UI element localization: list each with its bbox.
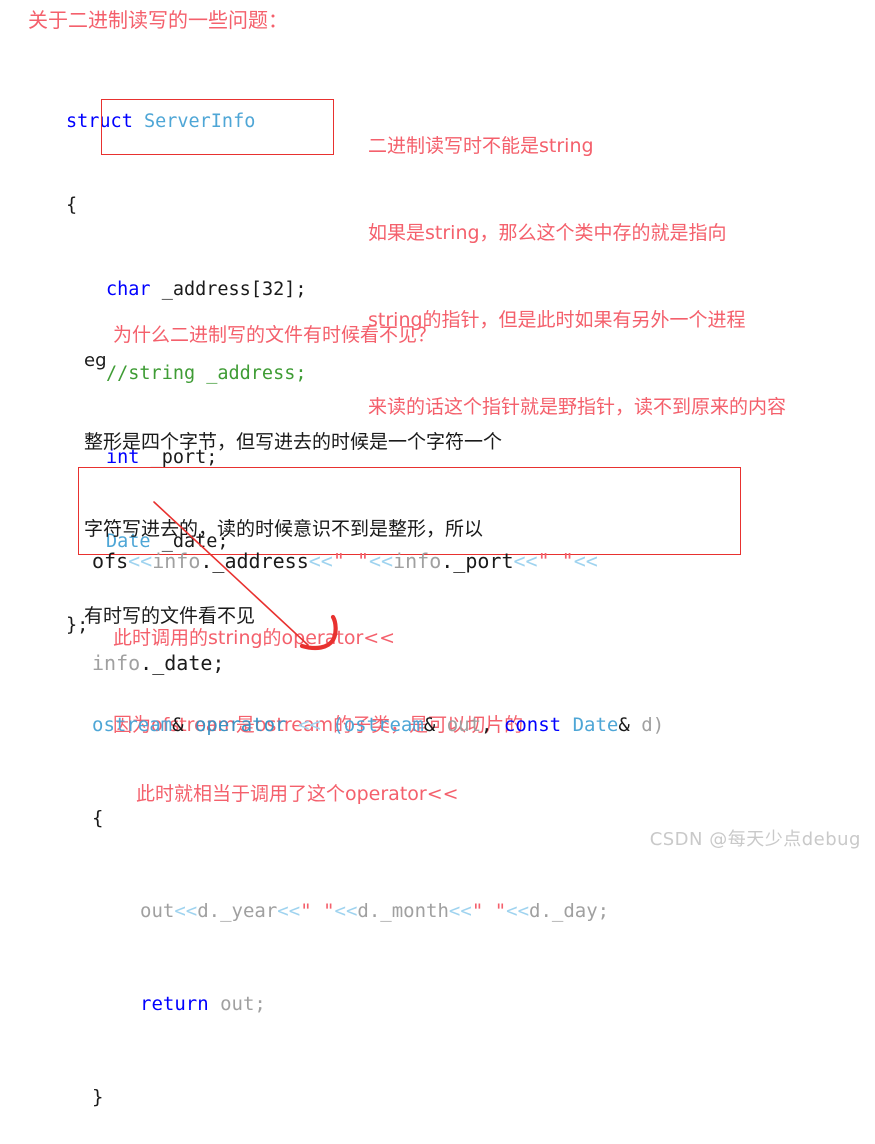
keyword-return: return bbox=[140, 993, 209, 1015]
operator-arrows-signature: << bbox=[297, 714, 321, 736]
ampersand-1: & bbox=[172, 714, 184, 736]
operator-overload-code-block: ostream& operator << (ostream& out, cons… bbox=[92, 648, 664, 1144]
space-1 bbox=[184, 714, 195, 736]
operator-keyword: operator bbox=[194, 714, 287, 736]
param-type-date: Date bbox=[572, 714, 619, 736]
paren-open: ( bbox=[320, 714, 344, 736]
body-operator-3: << bbox=[334, 900, 358, 922]
space-3 bbox=[561, 714, 572, 736]
body-string-literal-1: " " bbox=[300, 900, 335, 922]
operator-body-line: out<<d._year<<" "<<d._month<<" "<<d._day… bbox=[92, 896, 664, 927]
page-title-note: 关于二进制读写的一些问题： bbox=[28, 8, 288, 32]
string-literal-space-2: " " bbox=[537, 549, 574, 573]
out-identifier: out bbox=[140, 900, 175, 922]
comma: , bbox=[481, 714, 504, 736]
note-right-line-2: 如果是string，那么这个类中存的就是指向 bbox=[368, 222, 727, 244]
value-day: d._day; bbox=[529, 900, 610, 922]
struct-line-char-address: char _address[32]; bbox=[66, 276, 307, 304]
body-operator-1: << bbox=[174, 900, 198, 922]
stream-operator-5: << bbox=[573, 549, 598, 573]
paren-close: ) bbox=[652, 714, 665, 736]
param-name-d: d bbox=[629, 714, 653, 736]
csdn-watermark: CSDN @每天少点debug bbox=[649, 829, 861, 850]
body-operator-5: << bbox=[506, 900, 530, 922]
body-operator-2: << bbox=[277, 900, 301, 922]
highlight-box-address-member bbox=[101, 99, 334, 155]
ampersand-2: & bbox=[423, 714, 436, 736]
note-middle-line-1: 整形是四个字节，但写进去的时候是一个字符一个 bbox=[84, 431, 503, 453]
keyword-const: const bbox=[503, 714, 562, 736]
operator-signature-line: ostream& operator << (ostream& out, cons… bbox=[92, 710, 664, 741]
return-value-out: out; bbox=[208, 993, 266, 1015]
note-bottom-text: 此时就相当于调用了这个operator<< bbox=[136, 783, 459, 805]
operator-return-line: return out; bbox=[92, 989, 664, 1020]
return-type-ostream: ostream bbox=[92, 714, 173, 736]
body-string-literal-2: " " bbox=[471, 900, 507, 922]
body-operator-4: << bbox=[448, 900, 472, 922]
value-month: d._month bbox=[357, 900, 449, 922]
keyword-char: char bbox=[106, 279, 151, 300]
param-name-out: out bbox=[435, 714, 482, 736]
char-address-rest: _address[32]; bbox=[150, 279, 307, 300]
value-year: d._year bbox=[197, 900, 278, 922]
ampersand-3: & bbox=[618, 714, 630, 736]
space-2 bbox=[287, 714, 298, 736]
struct-line-open-brace: { bbox=[66, 195, 78, 216]
note-middle-question: 为什么二进制写的文件有时候看不见？ bbox=[113, 324, 437, 346]
param-type-ostream: ostream bbox=[343, 714, 424, 736]
operator-close-brace: } bbox=[92, 1086, 104, 1108]
note-right-line-1: 二进制读写时不能是string bbox=[368, 135, 594, 157]
